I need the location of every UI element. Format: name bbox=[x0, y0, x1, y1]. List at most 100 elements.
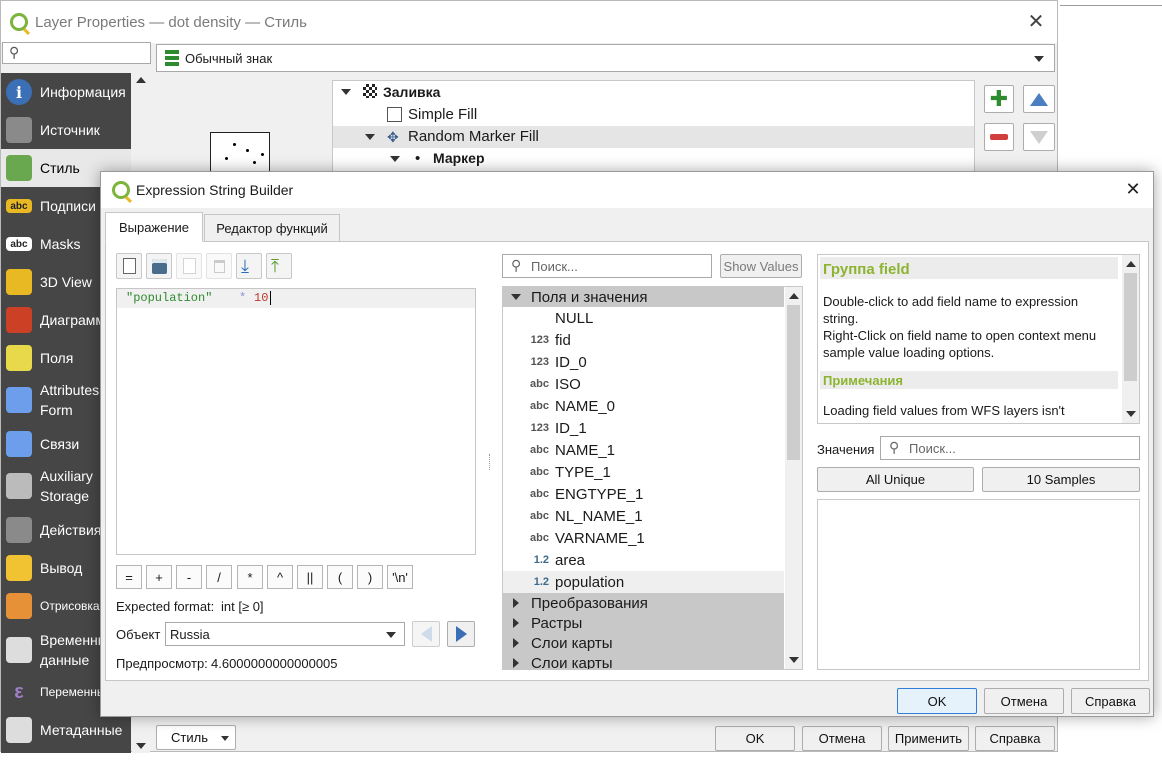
close-icon[interactable]: ✕ bbox=[1121, 179, 1145, 199]
remove-symbol-layer-button[interactable] bbox=[984, 123, 1014, 151]
field-name: ISO bbox=[555, 375, 581, 393]
scrollbar-thumb[interactable] bbox=[1124, 273, 1137, 381]
operator-button[interactable]: '\n' bbox=[387, 565, 413, 589]
sidebar-search-input[interactable]: ⚲ bbox=[2, 42, 151, 64]
background-window-edge bbox=[1060, 5, 1162, 6]
field-item[interactable]: 123 ID_1 bbox=[503, 417, 784, 439]
actions-gear-icon bbox=[6, 517, 32, 543]
sidebar-item-1[interactable]: Источник bbox=[1, 111, 131, 149]
cancel-button[interactable]: Отмена bbox=[802, 726, 882, 751]
function-search-input[interactable]: ⚲ Поиск... bbox=[502, 254, 712, 278]
field-item[interactable]: abc NL_NAME_1 bbox=[503, 505, 784, 527]
move-down-button[interactable] bbox=[1023, 123, 1055, 151]
all-unique-button[interactable]: All Unique bbox=[817, 467, 974, 492]
field-item[interactable]: abc NAME_1 bbox=[503, 439, 784, 461]
expected-format-label: Expected format: bbox=[116, 599, 215, 614]
move-up-button[interactable] bbox=[1023, 85, 1055, 113]
field-item[interactable]: 123 ID_0 bbox=[503, 351, 784, 373]
field-type-badge: abc bbox=[530, 444, 549, 456]
scroll-up-arrow-icon[interactable] bbox=[789, 293, 799, 299]
sidebar-item-0[interactable]: i Информация bbox=[1, 73, 131, 111]
operator-button[interactable]: ^ bbox=[267, 565, 293, 589]
expand-arrow-icon bbox=[513, 598, 519, 608]
search-icon: ⚲ bbox=[511, 257, 522, 273]
dialog-help-button[interactable]: Справка bbox=[1071, 688, 1150, 714]
dialog-cancel-button[interactable]: Отмена bbox=[984, 688, 1064, 714]
expand-arrow-icon[interactable] bbox=[390, 156, 400, 162]
add-symbol-layer-button[interactable]: ✚ bbox=[984, 85, 1014, 113]
tree-marker[interactable]: Маркер bbox=[433, 150, 485, 166]
function-group[interactable]: Слои карты bbox=[503, 653, 784, 669]
field-type-badge: abc bbox=[530, 378, 549, 390]
function-group[interactable]: Растры bbox=[503, 613, 784, 633]
tab-function-editor[interactable]: Редактор функций bbox=[204, 214, 340, 242]
next-feature-button[interactable] bbox=[447, 621, 475, 647]
edit-button[interactable] bbox=[176, 253, 202, 279]
scroll-up-arrow-icon[interactable] bbox=[1126, 261, 1136, 267]
field-type-badge: 123 bbox=[530, 356, 549, 368]
operator-button[interactable]: ( bbox=[327, 565, 353, 589]
ten-samples-button[interactable]: 10 Samples bbox=[982, 467, 1140, 492]
tree-random-marker-fill[interactable]: Random Marker Fill bbox=[408, 128, 539, 145]
operator-button[interactable]: + bbox=[146, 565, 172, 589]
expand-arrow-icon[interactable] bbox=[341, 89, 351, 95]
field-item[interactable]: 1.2 area bbox=[503, 549, 784, 571]
operator-button[interactable]: ) bbox=[357, 565, 383, 589]
apply-button[interactable]: Применить bbox=[888, 726, 969, 751]
tab-expression[interactable]: Выражение bbox=[105, 212, 203, 242]
field-item[interactable]: NULL bbox=[503, 307, 784, 329]
tab-expression-label: Выражение bbox=[118, 219, 190, 235]
close-icon[interactable]: ✕ bbox=[1024, 12, 1048, 32]
object-select[interactable]: Russia bbox=[165, 622, 405, 646]
scroll-up-arrow-icon[interactable] bbox=[136, 77, 146, 83]
expand-arrow-icon[interactable] bbox=[365, 134, 375, 140]
function-group-label: Слои карты bbox=[531, 634, 613, 652]
title-bar: Layer Properties — dot density — Стиль ✕ bbox=[1, 1, 1057, 43]
import-button[interactable]: ⤓ bbox=[236, 253, 262, 279]
simple-fill-checkbox[interactable] bbox=[387, 107, 402, 122]
help-scrollbar[interactable] bbox=[1122, 255, 1139, 423]
sidebar-item-label: Стиль bbox=[40, 160, 80, 176]
export-button[interactable]: ⤒ bbox=[266, 253, 292, 279]
operator-button[interactable]: || bbox=[297, 565, 323, 589]
tree-fill[interactable]: Заливка bbox=[383, 84, 440, 100]
field-item[interactable]: abc VARNAME_1 bbox=[503, 527, 784, 549]
splitter-handle[interactable] bbox=[489, 454, 491, 470]
function-group[interactable]: Преобразования bbox=[503, 593, 784, 613]
field-item[interactable]: abc ISO bbox=[503, 373, 784, 395]
renderer-select[interactable]: Обычный знак bbox=[156, 44, 1055, 72]
delete-button[interactable] bbox=[206, 253, 232, 279]
field-item[interactable]: abc TYPE_1 bbox=[503, 461, 784, 483]
new-file-button[interactable] bbox=[116, 253, 142, 279]
scroll-down-arrow-icon[interactable] bbox=[1126, 411, 1136, 417]
scroll-down-arrow-icon[interactable] bbox=[136, 743, 146, 749]
operator-button[interactable]: - bbox=[176, 565, 202, 589]
scroll-down-arrow-icon[interactable] bbox=[789, 657, 799, 663]
help-text-1: Double-click to add field name to expres… bbox=[823, 294, 1079, 326]
save-button[interactable] bbox=[146, 253, 172, 279]
ok-button[interactable]: OK bbox=[715, 726, 795, 751]
operator-button[interactable]: / bbox=[206, 565, 232, 589]
field-item[interactable]: 123 fid bbox=[503, 329, 784, 351]
scrollbar-thumb[interactable] bbox=[787, 305, 800, 460]
field-item[interactable]: 1.2 population bbox=[503, 571, 784, 593]
values-list[interactable] bbox=[817, 499, 1140, 670]
values-search-input[interactable]: ⚲ Поиск... bbox=[880, 436, 1140, 460]
dialog-title: Expression String Builder bbox=[136, 182, 294, 198]
dialog-ok-button[interactable]: OK bbox=[897, 688, 977, 714]
show-values-button[interactable]: Show Values bbox=[720, 254, 802, 278]
help-panel: Группа field Double-click to add field n… bbox=[817, 254, 1140, 424]
operator-button[interactable]: * bbox=[237, 565, 263, 589]
tree-simple-fill[interactable]: Simple Fill bbox=[408, 106, 477, 123]
group-fields-and-values[interactable]: Поля и значения bbox=[503, 287, 784, 307]
field-item[interactable]: abc NAME_0 bbox=[503, 395, 784, 417]
help-button[interactable]: Справка bbox=[975, 726, 1055, 751]
operator-button[interactable]: = bbox=[116, 565, 142, 589]
chevron-down-icon bbox=[386, 632, 396, 638]
field-item[interactable]: abc ENGTYPE_1 bbox=[503, 483, 784, 505]
style-menu-button[interactable]: Стиль bbox=[156, 725, 236, 750]
previous-feature-button[interactable] bbox=[412, 621, 440, 647]
function-group[interactable]: Слои карты bbox=[503, 633, 784, 653]
function-tree-scrollbar[interactable] bbox=[785, 287, 802, 669]
expression-editor[interactable]: "population" * 10 bbox=[116, 288, 476, 555]
